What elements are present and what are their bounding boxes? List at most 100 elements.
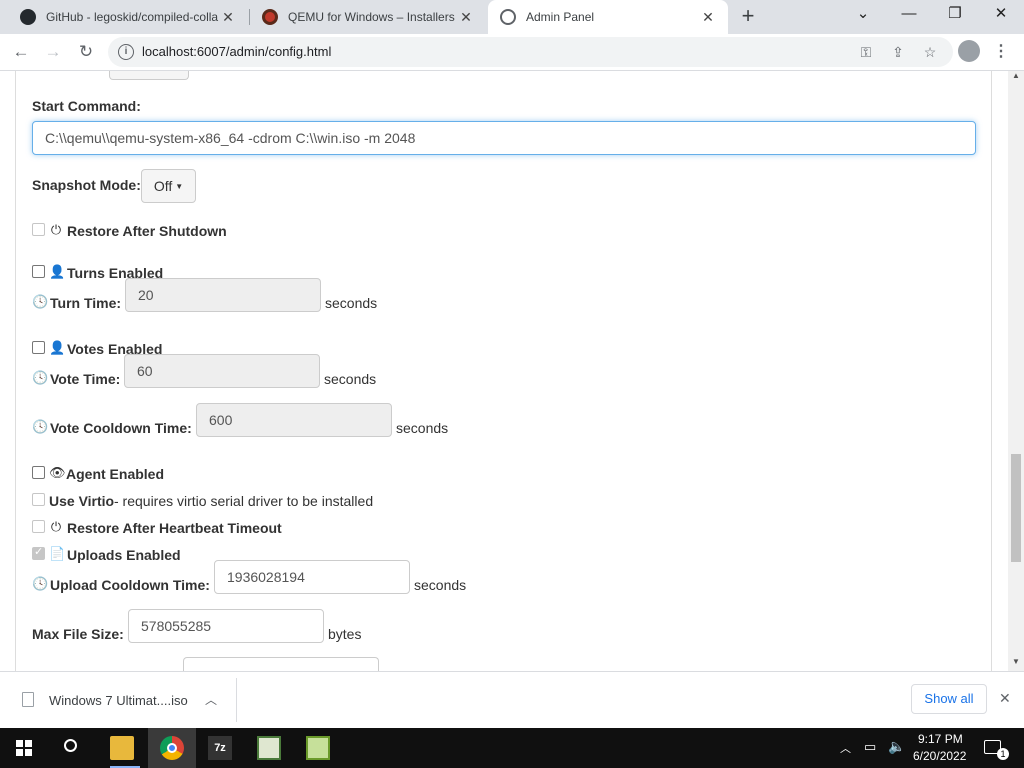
file-icon: 📄 [49, 546, 66, 561]
url-text: localhost:6007/admin/config.html [142, 44, 332, 59]
use-virtio-checkbox[interactable] [32, 493, 45, 506]
max-file-size-input[interactable]: 578055285 [128, 609, 324, 643]
use-virtio-note: - requires virtio serial driver to be in… [114, 493, 374, 509]
show-all-button[interactable]: Show all [911, 684, 987, 714]
page-scrollbar[interactable]: ▲ ▼ [1008, 71, 1024, 671]
max-file-size-unit: bytes [328, 626, 362, 642]
uploads-enabled-checkbox[interactable] [32, 545, 45, 560]
notepad-plus-icon[interactable] [306, 736, 330, 760]
close-icon[interactable]: ✕ [999, 690, 1011, 707]
tab-github[interactable]: GitHub - legoskid/compiled-colla ✕ [8, 0, 248, 34]
start-command-label: Start Command: [32, 98, 141, 114]
window-close-icon[interactable]: ✕ [978, 0, 1024, 30]
restore-after-shutdown-checkbox[interactable] [32, 223, 45, 236]
vote-time-input[interactable]: 60 [124, 354, 320, 388]
chrome-center-icon [167, 743, 177, 753]
qemu-icon [262, 9, 278, 25]
turns-enabled-checkbox[interactable] [32, 265, 45, 278]
user-icon: 👤 [49, 340, 66, 355]
globe-icon [500, 9, 516, 25]
tab-qemu-label: QEMU for Windows – Installers (6 [288, 10, 458, 24]
taskbar-time[interactable]: 9:17 PM [918, 732, 963, 746]
tab-search-icon[interactable]: ⌄ [840, 0, 886, 30]
info-icon[interactable]: i [118, 44, 134, 60]
clock-icon: 🕓 [32, 576, 49, 591]
browser-toolbar: ← → ↻ i localhost:6007/admin/config.html… [0, 34, 1024, 71]
windows-taskbar: 7z ︿ ▭ 🔈 9:17 PM 6/20/2022 1 [0, 728, 1024, 768]
power-icon: ⏻ [50, 519, 62, 534]
snapshot-mode-label: Snapshot Mode: [32, 177, 141, 193]
back-icon[interactable]: ← [8, 39, 34, 65]
upload-cooldown-label: Upload Cooldown Time: [50, 577, 210, 593]
menu-icon[interactable]: ⋮ [993, 41, 1009, 61]
profile-avatar[interactable] [958, 40, 980, 62]
use-virtio-label: Use Virtio [49, 493, 115, 509]
key-icon[interactable]: ⚿ [856, 42, 876, 62]
snapshot-mode-value: Off [153, 178, 173, 194]
upload-cooldown-unit: seconds [414, 577, 467, 593]
tab-admin-panel[interactable]: Admin Panel ✕ [488, 0, 728, 34]
turn-time-unit: seconds [325, 295, 378, 311]
partial-button[interactable] [109, 71, 189, 80]
uploads-enabled-label: Uploads Enabled [67, 547, 181, 563]
vote-cooldown-unit: seconds [396, 420, 449, 436]
volume-icon[interactable]: 🔈 [888, 738, 905, 755]
user-icon: 👤 [49, 264, 66, 279]
vote-cooldown-label: Vote Cooldown Time: [50, 420, 192, 436]
network-icon[interactable]: ▭ [864, 739, 876, 755]
download-divider [236, 678, 237, 722]
votes-enabled-checkbox[interactable] [32, 341, 45, 354]
scroll-up-arrow-icon[interactable]: ▲ [1012, 71, 1020, 80]
github-icon [20, 9, 36, 25]
tab-admin-panel-label: Admin Panel [526, 10, 595, 24]
search-icon[interactable] [64, 739, 77, 752]
upload-cooldown-input[interactable]: 1936028194 [214, 560, 410, 594]
start-command-input[interactable]: C:\\qemu\\qemu-system-x86_64 -cdrom C:\\… [32, 121, 976, 155]
agent-enabled-label: Agent Enabled [66, 466, 165, 482]
chevron-up-icon[interactable]: ︿ [840, 740, 851, 756]
bookmark-star-icon[interactable]: ☆ [920, 42, 940, 62]
clock-icon: 🕓 [32, 370, 49, 385]
windows-start-icon[interactable] [16, 740, 32, 756]
restore-after-shutdown-label: Restore After Shutdown [67, 223, 227, 239]
taskbar-date[interactable]: 6/20/2022 [913, 749, 966, 763]
snapshot-mode-dropdown[interactable]: Off ▼ [141, 169, 196, 203]
new-tab-button[interactable]: + [736, 5, 760, 29]
restore-heartbeat-checkbox[interactable] [32, 520, 45, 533]
app-window-icon[interactable] [257, 736, 281, 760]
turn-time-label: Turn Time: [50, 295, 122, 311]
max-file-size-label: Max File Size: [32, 626, 124, 642]
tab-github-label: GitHub - legoskid/compiled-colla [46, 10, 219, 24]
clock-icon: 🕓 [32, 419, 49, 434]
file-explorer-icon[interactable] [110, 736, 134, 760]
close-icon[interactable]: ✕ [458, 9, 474, 26]
clock-icon: 🕓 [32, 294, 49, 309]
tab-qemu[interactable]: QEMU for Windows – Installers (6 ✕ [250, 0, 486, 34]
config-panel: Start Command: C:\\qemu\\qemu-system-x86… [15, 71, 992, 671]
caret-down-icon: ▼ [175, 181, 184, 191]
eye-icon: 👁 [49, 465, 66, 480]
chevron-up-icon[interactable]: ︿ [205, 691, 217, 708]
close-icon[interactable]: ✕ [220, 9, 236, 26]
scroll-down-arrow-icon[interactable]: ▼ [1012, 657, 1020, 666]
share-icon[interactable]: ⇪ [888, 42, 908, 62]
address-bar[interactable]: i localhost:6007/admin/config.html ⚿ ⇪ ☆ [108, 37, 953, 67]
download-file-name[interactable]: Windows 7 Ultimat....iso [49, 693, 188, 708]
minimize-icon[interactable]: — [886, 0, 932, 30]
restore-icon[interactable]: ❐ [932, 0, 978, 30]
turn-time-input[interactable]: 20 [125, 278, 321, 312]
partial-input[interactable] [183, 657, 379, 671]
vote-time-unit: seconds [324, 371, 377, 387]
7zip-icon[interactable]: 7z [208, 736, 232, 760]
scrollbar-thumb[interactable] [1011, 454, 1021, 562]
forward-icon[interactable]: → [40, 39, 66, 65]
power-icon: ⏻ [50, 222, 62, 237]
restore-heartbeat-label: Restore After Heartbeat Timeout [67, 520, 282, 536]
close-icon[interactable]: ✕ [700, 9, 716, 26]
agent-enabled-checkbox[interactable] [32, 466, 45, 479]
tab-strip: GitHub - legoskid/compiled-colla ✕ QEMU … [0, 0, 1024, 34]
file-icon [22, 692, 34, 707]
vote-cooldown-input[interactable]: 600 [196, 403, 392, 437]
notification-count: 1 [997, 748, 1009, 760]
reload-icon[interactable]: ↻ [73, 39, 99, 65]
